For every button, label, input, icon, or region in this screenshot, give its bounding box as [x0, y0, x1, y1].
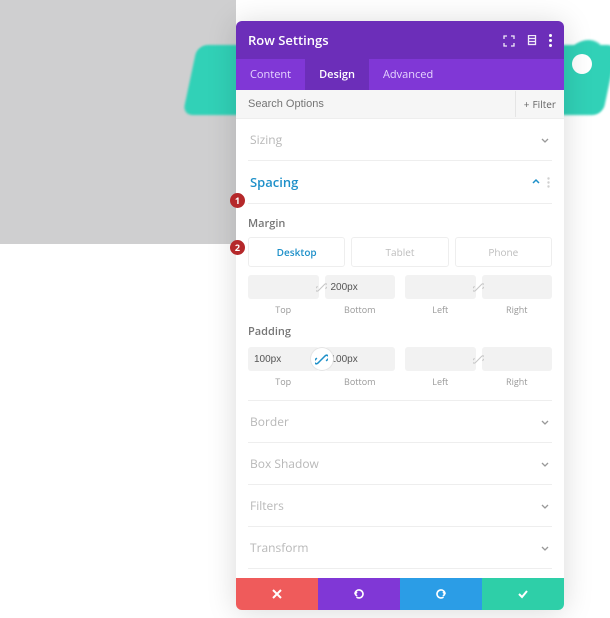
padding-right-input[interactable] — [482, 347, 553, 371]
section-animation[interactable]: Animation — [248, 569, 552, 578]
margin-bottom-label: Bottom — [325, 303, 396, 316]
section-title: Filters — [250, 497, 284, 514]
margin-top-input[interactable] — [248, 275, 319, 299]
confirm-button[interactable] — [482, 578, 564, 610]
annotation-badge-1: 1 — [230, 193, 245, 208]
panel-content: Sizing Spacing Margin Desktop Tablet Pho… — [236, 119, 564, 578]
section-box-shadow[interactable]: Box Shadow — [248, 443, 552, 485]
padding-tb-pair: Top Bottom — [248, 347, 395, 388]
chevron-down-icon — [540, 501, 550, 511]
tab-advanced[interactable]: Advanced — [369, 59, 447, 90]
margin-left-input[interactable] — [405, 275, 476, 299]
chevron-down-icon — [540, 417, 550, 427]
search-row: + Filter — [236, 90, 564, 119]
section-title: Box Shadow — [250, 455, 319, 472]
section-sizing[interactable]: Sizing — [248, 119, 552, 161]
padding-heading: Padding — [248, 324, 552, 339]
link-icon[interactable] — [471, 351, 487, 367]
chevron-up-icon — [531, 177, 541, 187]
section-title: Spacing — [250, 173, 298, 191]
filter-label: Filter — [533, 97, 556, 111]
padding-lr-pair: Left Right — [405, 347, 552, 388]
margin-top-label: Top — [248, 303, 319, 316]
close-button[interactable] — [236, 578, 318, 610]
device-tabs: Desktop Tablet Phone — [248, 237, 552, 267]
device-tab-desktop[interactable]: Desktop — [248, 237, 345, 267]
padding-bottom-label: Bottom — [325, 375, 396, 388]
chevron-down-icon — [540, 459, 550, 469]
section-transform[interactable]: Transform — [248, 527, 552, 569]
panel-header: Row Settings — [236, 21, 564, 59]
filter-button[interactable]: + Filter — [515, 91, 564, 117]
duplicate-icon[interactable] — [526, 34, 538, 46]
section-title: Transform — [250, 539, 309, 556]
expand-icon[interactable] — [503, 34, 515, 46]
padding-left-input[interactable] — [405, 347, 476, 371]
padding-top-label: Top — [248, 375, 319, 388]
device-tab-phone[interactable]: Phone — [455, 237, 552, 267]
padding-right-label: Right — [482, 375, 553, 388]
panel-title: Row Settings — [248, 31, 329, 49]
margin-right-label: Right — [482, 303, 553, 316]
padding-top-input[interactable] — [248, 347, 319, 371]
margin-left-label: Left — [405, 303, 476, 316]
margin-bottom-input[interactable] — [325, 275, 396, 299]
redo-button[interactable] — [400, 578, 482, 610]
section-spacing[interactable]: Spacing — [248, 161, 552, 204]
panel-footer — [236, 578, 564, 610]
section-filters[interactable]: Filters — [248, 485, 552, 527]
section-title: Border — [250, 413, 289, 430]
margin-tb-pair: Top Bottom — [248, 275, 395, 316]
chevron-down-icon — [540, 135, 550, 145]
settings-tabs: Content Design Advanced — [236, 59, 564, 90]
margin-heading: Margin — [248, 216, 552, 231]
background-gray-block — [0, 0, 236, 244]
spacing-body: Margin Desktop Tablet Phone Top — [248, 204, 552, 401]
padding-fields: Top Bottom Left — [248, 347, 552, 388]
plus-icon: + — [524, 97, 530, 111]
close-dot — [572, 54, 592, 74]
section-border[interactable]: Border — [248, 401, 552, 443]
annotation-badge-2: 2 — [230, 240, 245, 255]
more-menu-icon[interactable] — [549, 34, 552, 47]
margin-fields: Top Bottom Left — [248, 275, 552, 316]
link-icon[interactable] — [314, 279, 330, 295]
header-icon-group — [503, 34, 552, 47]
undo-button[interactable] — [318, 578, 400, 610]
link-icon[interactable] — [471, 279, 487, 295]
margin-right-input[interactable] — [482, 275, 553, 299]
section-title: Sizing — [250, 131, 282, 148]
padding-bottom-input[interactable] — [325, 347, 396, 371]
tab-content[interactable]: Content — [236, 59, 305, 90]
device-tab-tablet[interactable]: Tablet — [351, 237, 448, 267]
search-input[interactable] — [236, 90, 515, 118]
tab-design[interactable]: Design — [305, 59, 369, 90]
section-more-icon[interactable] — [547, 177, 549, 187]
link-icon-linked[interactable] — [311, 348, 333, 370]
padding-left-label: Left — [405, 375, 476, 388]
row-settings-panel: Row Settings Content Design Advanced + F… — [236, 21, 564, 610]
margin-lr-pair: Left Right — [405, 275, 552, 316]
chevron-down-icon — [540, 543, 550, 553]
